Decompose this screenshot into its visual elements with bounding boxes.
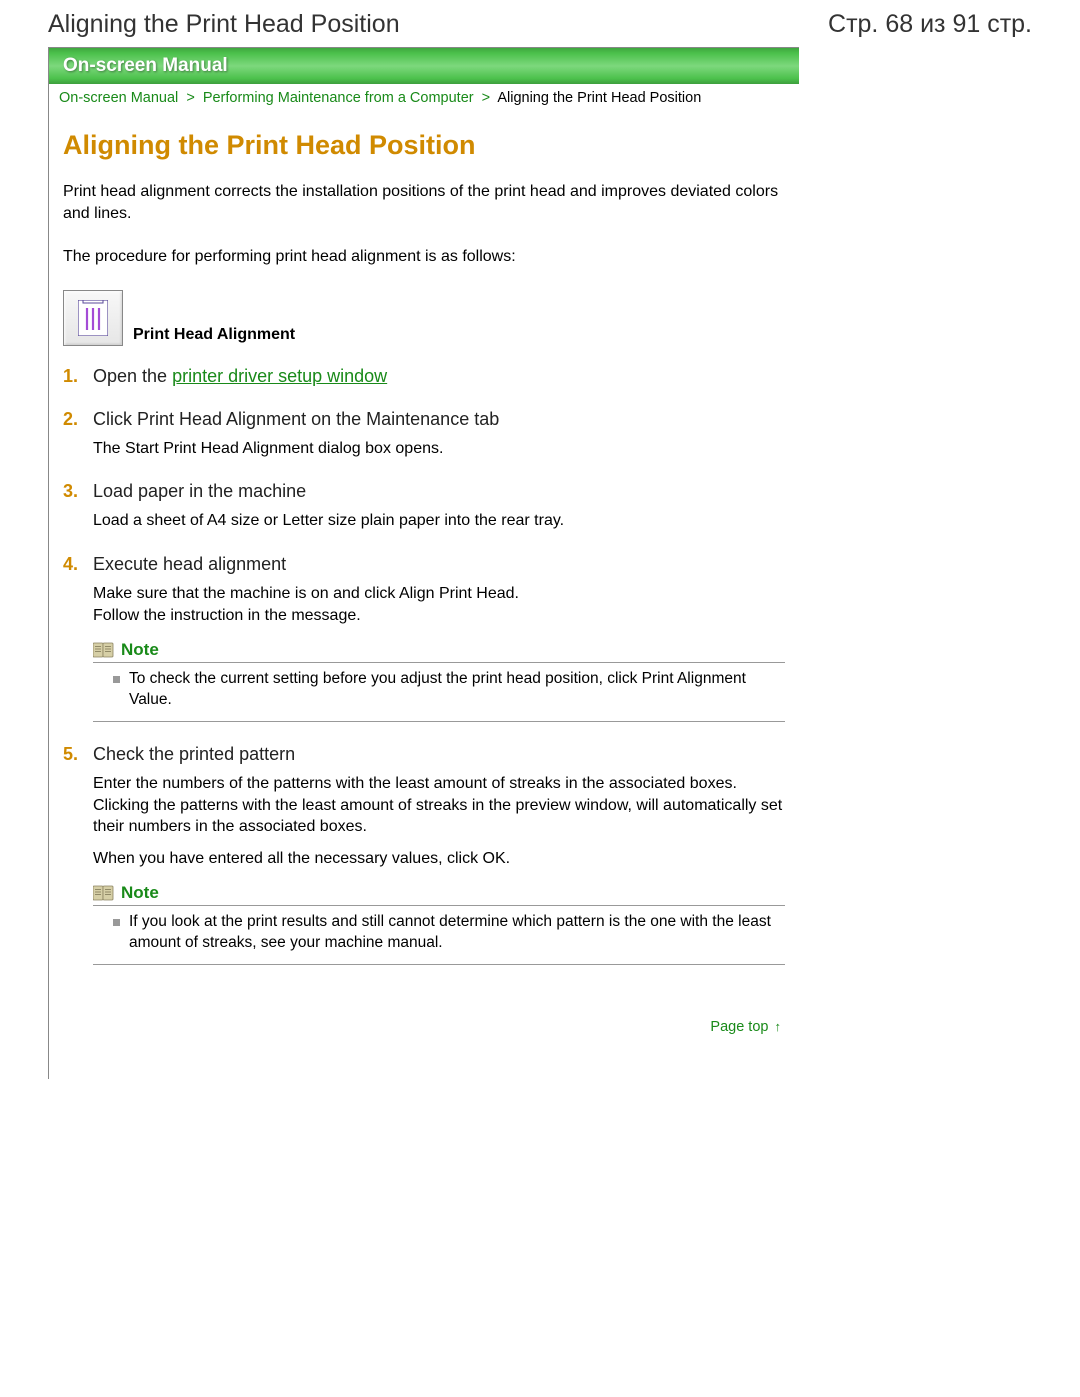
note-icon: [93, 641, 115, 659]
breadcrumb-link-1[interactable]: Performing Maintenance from a Computer: [203, 90, 474, 106]
step-5-title: Check the printed pattern: [93, 744, 785, 765]
step-1-title: Open the printer driver setup window: [93, 366, 785, 387]
banner-onscreen-manual: On-screen Manual: [49, 48, 799, 84]
step-2-body: The Start Print Head Alignment dialog bo…: [93, 438, 785, 460]
step-1: Open the printer driver setup window: [63, 366, 785, 387]
step-4-body-0: Make sure that the machine is on and cli…: [93, 583, 785, 605]
note-body: To check the current setting before you …: [93, 669, 785, 722]
step-4: Execute head alignment Make sure that th…: [63, 554, 785, 722]
step-3-title: Load paper in the machine: [93, 481, 785, 502]
step-1-title-pre: Open the: [93, 366, 172, 386]
breadcrumb: On-screen Manual > Performing Maintenanc…: [49, 84, 799, 110]
page-counter: Стр. 68 из 91 стр.: [828, 10, 1032, 39]
step-2-title: Click Print Head Alignment on the Mainte…: [93, 409, 785, 430]
breadcrumb-link-0[interactable]: On-screen Manual: [59, 90, 178, 106]
steps-list: Open the printer driver setup window Cli…: [63, 366, 785, 965]
note-item: If you look at the print results and sti…: [113, 912, 785, 954]
page-header: Aligning the Print Head Position Стр. 68…: [0, 0, 1080, 47]
breadcrumb-separator: >: [478, 90, 494, 106]
step-5-body: Enter the numbers of the patterns with t…: [93, 773, 785, 869]
note-label: Note: [121, 883, 159, 903]
note-icon: [93, 884, 115, 902]
step-5-body-1: When you have entered all the necessary …: [93, 848, 785, 870]
arrow-up-icon: ↑: [775, 1019, 782, 1034]
note-body: If you look at the print results and sti…: [93, 912, 785, 965]
step-3: Load paper in the machine Load a sheet o…: [63, 481, 785, 532]
content-panel: On-screen Manual On-screen Manual > Perf…: [48, 47, 799, 1079]
step-3-body-0: Load a sheet of A4 size or Letter size p…: [93, 510, 785, 532]
page-top-label: Page top: [710, 1019, 768, 1035]
step-4-title: Execute head alignment: [93, 554, 785, 575]
note-block: Note If you look at the print results an…: [93, 883, 785, 965]
step-2: Click Print Head Alignment on the Mainte…: [63, 409, 785, 460]
banner-label: On-screen Manual: [63, 55, 228, 76]
breadcrumb-separator: >: [182, 90, 198, 106]
note-block: Note To check the current setting before…: [93, 640, 785, 722]
note-header: Note: [93, 883, 785, 906]
article-body: Aligning the Print Head Position Print h…: [49, 110, 799, 997]
print-head-alignment-icon: [63, 290, 123, 346]
note-item: To check the current setting before you …: [113, 669, 785, 711]
note-label: Note: [121, 640, 159, 660]
step-4-body-1: Follow the instruction in the message.: [93, 605, 785, 627]
intro-paragraph-2: The procedure for performing print head …: [63, 246, 785, 268]
feature-icon-caption: Print Head Alignment: [133, 326, 295, 346]
printer-driver-setup-window-link[interactable]: printer driver setup window: [172, 366, 387, 386]
step-5: Check the printed pattern Enter the numb…: [63, 744, 785, 965]
document-title: Aligning the Print Head Position: [48, 10, 400, 39]
step-4-body: Make sure that the machine is on and cli…: [93, 583, 785, 626]
page-title: Aligning the Print Head Position: [63, 130, 785, 161]
page-top-link[interactable]: Page top ↑: [49, 997, 799, 1039]
feature-icon-row: Print Head Alignment: [63, 290, 785, 346]
intro-paragraph-1: Print head alignment corrects the instal…: [63, 181, 785, 224]
breadcrumb-current: Aligning the Print Head Position: [497, 90, 701, 106]
step-5-body-0: Enter the numbers of the patterns with t…: [93, 773, 785, 838]
step-2-body-0: The Start Print Head Alignment dialog bo…: [93, 438, 785, 460]
step-3-body: Load a sheet of A4 size or Letter size p…: [93, 510, 785, 532]
note-header: Note: [93, 640, 785, 663]
